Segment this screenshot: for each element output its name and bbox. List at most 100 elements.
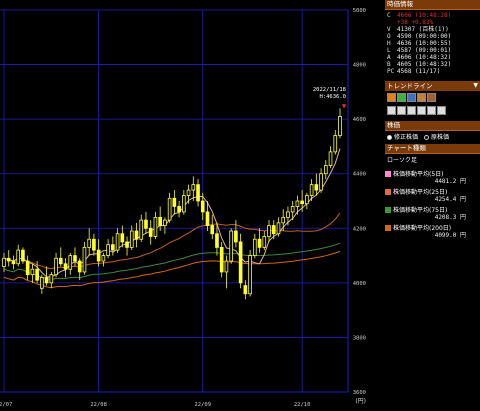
quote-key: B (387, 61, 391, 68)
candle-body (54, 257, 58, 276)
y-tick-label: 4200 (353, 226, 366, 232)
quote-row: B 4605 (10:48:32) (385, 61, 480, 68)
candle-body (186, 189, 191, 196)
candle-body (276, 222, 281, 235)
candle-body (229, 230, 233, 262)
trend-pen-tool[interactable] (427, 93, 436, 102)
ma-name: 株価移動平均(5日) (393, 170, 444, 178)
quote-row: V 41307 (百株(1)) (385, 26, 480, 33)
candle-body (158, 216, 162, 226)
x-tick-label: 22/09 (194, 402, 211, 408)
ma-value: 4481.2 円 (434, 178, 466, 185)
quote-key: A (387, 54, 391, 61)
candle-body (319, 173, 323, 191)
info-panel: 時価情報 C 4606 (10:48:28) +38 +0.83% V 41307 (百… (385, 0, 480, 411)
draw-tool-5-icon[interactable] (427, 106, 436, 115)
ma-item-header: 株価移動平均(25日) (385, 188, 480, 196)
radio-empty-icon (424, 135, 430, 140)
draw-tool-1-icon[interactable] (387, 106, 396, 115)
draw-tool-6-icon[interactable] (437, 106, 446, 115)
adjusted-price-radio[interactable]: 修正株価 (387, 134, 418, 141)
candle-body (40, 276, 44, 289)
y-tick-label: 4400 (353, 172, 366, 178)
original-price-radio[interactable]: 原株価 (424, 134, 449, 141)
trend-color-blue-tool[interactable] (407, 93, 416, 102)
candle-body (129, 230, 134, 248)
candle-body (153, 216, 158, 237)
candle-body (328, 151, 333, 166)
candle-body (101, 255, 106, 262)
candle-body (21, 249, 25, 262)
candle-body (305, 195, 309, 205)
trend-color-green-tool[interactable] (397, 93, 406, 102)
quote-row: C 4606 (10:48:28) (385, 12, 480, 19)
quote-row: PC 4568 (11/17) (385, 68, 480, 75)
candle-body (333, 135, 338, 153)
draw-tool-4-icon[interactable] (417, 106, 426, 115)
trend-line-tool[interactable] (417, 93, 426, 102)
quote-row: O 4590 (09:00:00) (385, 33, 480, 40)
quote-value: 4587 (09:00:01) (397, 47, 452, 54)
candle-body (224, 260, 229, 273)
quote-value: 4606 (10:48:32) (397, 54, 452, 61)
stock-chart[interactable]: 5000 4800 4600 4400 4200 4000 3800 3600 22/07 22/… (0, 0, 385, 411)
quote-value: 4636 (10:00:55) (397, 40, 452, 47)
candle-body (290, 206, 295, 213)
hover-date: 2022/11/18 (313, 87, 346, 93)
y-tick-label: 4800 (353, 63, 366, 69)
y-tick-label: 3600 (353, 390, 366, 396)
candle-body (58, 257, 63, 265)
quote-key: V (387, 26, 391, 33)
price-header: 株価 (385, 121, 480, 131)
hover-value: H:4636.0 (320, 94, 347, 100)
quote-value: 4605 (10:48:32) (397, 61, 452, 68)
candle-body (248, 255, 252, 295)
quote-header: 時価情報 (385, 0, 480, 10)
candle-body (2, 257, 6, 267)
ma-item[interactable]: 株価移動平均(25日) 4254.4 円 (385, 188, 480, 203)
ma-value: 4254.4 円 (434, 196, 466, 203)
candle-body (215, 233, 219, 248)
draw-tool-3-icon[interactable] (407, 106, 416, 115)
candle-body (338, 116, 342, 136)
quote-key: PC (387, 68, 395, 75)
ma-item[interactable]: 株価移動平均(75日) 4208.3 円 (385, 206, 480, 221)
candle-body (300, 200, 304, 205)
ma-name: 株価移動平均(25日) (393, 188, 448, 196)
candle-body (205, 211, 210, 226)
quote-key: H (387, 40, 391, 47)
candle-body (295, 200, 300, 207)
draw-tool-2-icon[interactable] (397, 106, 406, 115)
candle-body (44, 276, 49, 284)
candle-body (49, 274, 54, 284)
ma-color-swatch (385, 225, 391, 231)
candle-body (106, 244, 110, 256)
radio-selected-icon (387, 135, 392, 140)
candle-body (257, 238, 262, 248)
candle-body (309, 184, 314, 196)
chevron-down-icon[interactable]: ▼ (473, 81, 480, 91)
chart-type-value[interactable]: ローソク足 (385, 154, 480, 167)
candle-body (177, 206, 181, 213)
candle-body (148, 227, 153, 237)
candle-body (35, 268, 39, 281)
y-unit-label: (円) (355, 398, 366, 405)
candle-body (92, 238, 96, 251)
candle-body (82, 246, 87, 273)
price-mode-radios: 修正株価 原株価 (385, 131, 480, 144)
candle-body (243, 285, 248, 295)
quote-key: C (387, 12, 391, 19)
trend-color-orange-tool[interactable] (387, 93, 396, 102)
candle-body (134, 230, 139, 240)
ma-item-header: 株価移動平均(5日) (385, 170, 480, 178)
quote-key (385, 19, 397, 26)
ma-item[interactable]: 株価移動平均(200日) 4099.0 円 (385, 224, 480, 239)
y-tick-label: 4000 (353, 281, 366, 287)
candle-body (167, 197, 172, 221)
moving-average-list: 株価移動平均(5日) 4481.2 円株価移動平均(25日) 4254.4 円株価移… (385, 170, 480, 239)
quote-value: 4606 (10:48:28) (397, 12, 452, 19)
candle-body (163, 219, 167, 226)
ma-item[interactable]: 株価移動平均(5日) 4481.2 円 (385, 170, 480, 185)
trendline-header[interactable]: トレンドライン ▼ (385, 81, 480, 91)
x-tick-label: 22/07 (0, 402, 12, 408)
